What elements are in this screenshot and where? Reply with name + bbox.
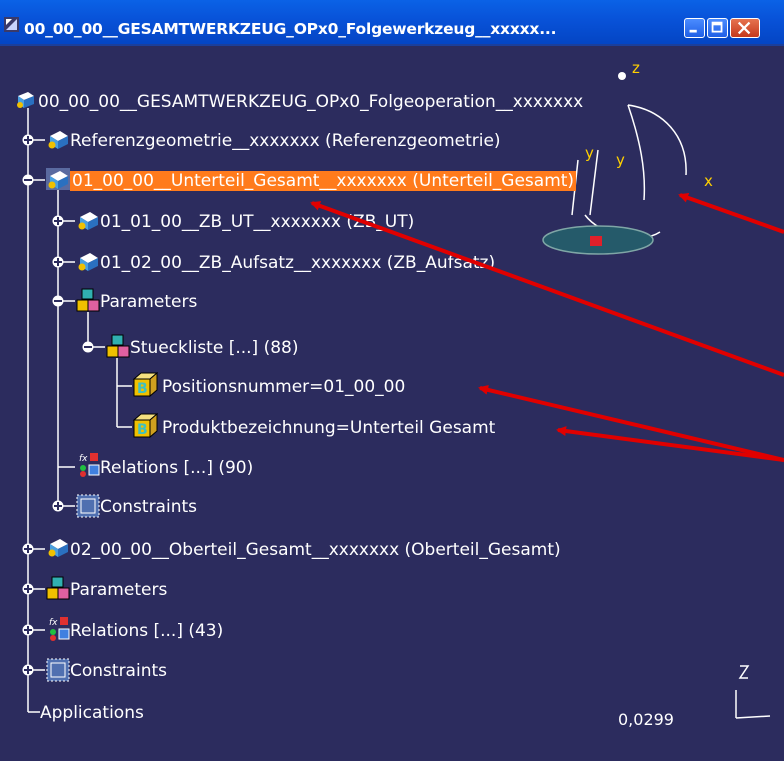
annotation-arrows — [310, 192, 784, 462]
catia-window: 00_00_00__GESAMTWERKZEUG_OPx0_Folgewerkz… — [0, 0, 784, 761]
arrow-to-positionsnummer — [478, 384, 784, 462]
arrow-to-node-name — [310, 201, 784, 377]
arrow-to-highlight — [678, 192, 784, 234]
